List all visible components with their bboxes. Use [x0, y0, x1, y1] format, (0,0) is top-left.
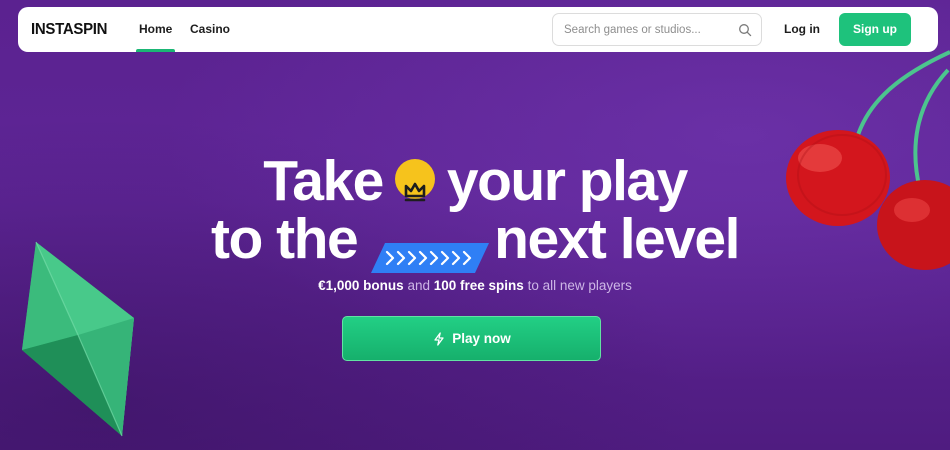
- hero-headline-line2: to the next level: [0, 202, 950, 273]
- headline-text: to the: [211, 206, 359, 271]
- search-input[interactable]: [564, 14, 734, 45]
- subtitle-connector: and: [407, 278, 430, 293]
- search-icon[interactable]: [738, 23, 752, 37]
- nav-item-casino[interactable]: Casino: [190, 7, 230, 52]
- instaspin-logo[interactable]: INSTASPIN: [31, 21, 108, 39]
- top-navbar: INSTASPIN Home Casino Log in Sign up: [18, 7, 938, 52]
- subtitle-rest: to all new players: [527, 278, 632, 293]
- signup-button[interactable]: Sign up: [839, 13, 911, 46]
- nav-item-home[interactable]: Home: [135, 7, 176, 52]
- login-button[interactable]: Log in: [778, 13, 826, 46]
- free-spins-amount: 100 free spins: [433, 278, 524, 293]
- bonus-amount: €1,000 bonus: [318, 278, 404, 293]
- hero-subtitle: €1,000 bonus and 100 free spins to all n…: [0, 278, 950, 293]
- headline-text: next level: [494, 206, 740, 271]
- search-box: [552, 13, 762, 46]
- chevrons-right-icon: [371, 221, 490, 273]
- green-gem-illustration: [22, 241, 134, 437]
- play-now-button[interactable]: Play now: [342, 316, 601, 361]
- crown-icon: [394, 158, 435, 202]
- hero-headline-line1: Take your play: [0, 144, 950, 213]
- bolt-icon: [434, 331, 444, 346]
- play-now-label: Play now: [452, 331, 511, 346]
